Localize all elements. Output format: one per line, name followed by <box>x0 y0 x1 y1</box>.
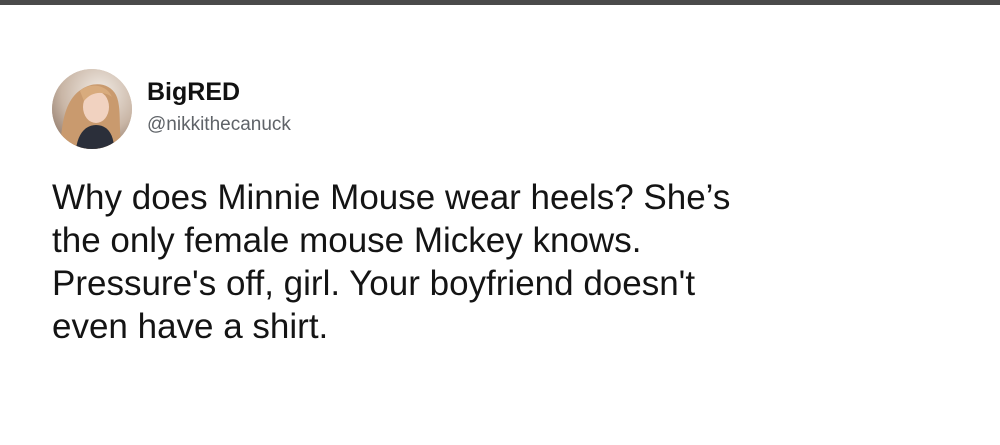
profile-photo-icon <box>52 69 132 149</box>
avatar[interactable] <box>52 69 132 149</box>
tweet-text-line: the only female mouse Mickey knows. <box>52 221 642 260</box>
tweet-text: Why does Minnie Mouse wear heels? She’s … <box>52 176 972 348</box>
tweet-text-line: Why does Minnie Mouse wear heels? She’s <box>52 178 731 217</box>
tweet-card: BigRED @nikkithecanuck Why does Minnie M… <box>0 5 1000 445</box>
user-handle[interactable]: @nikkithecanuck <box>147 113 291 137</box>
tweet-text-line: even have a shirt. <box>52 307 329 346</box>
display-name[interactable]: BigRED <box>147 77 240 107</box>
tweet-text-line: Pressure's off, girl. Your boyfriend doe… <box>52 264 696 303</box>
